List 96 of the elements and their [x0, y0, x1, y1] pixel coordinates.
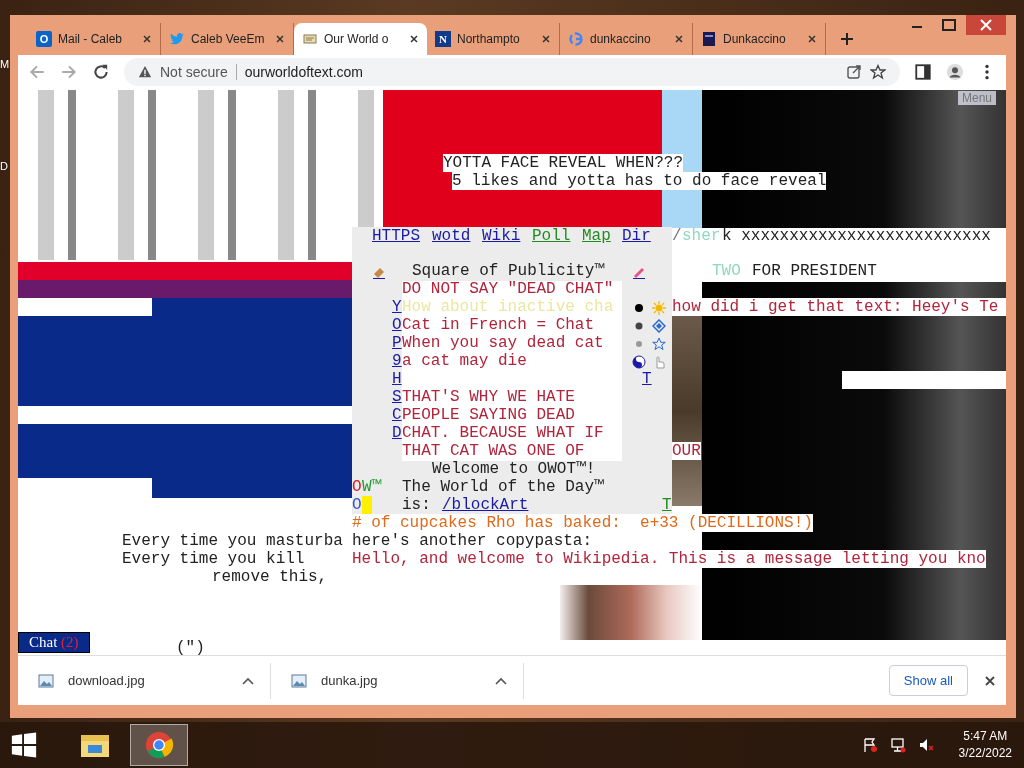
canvas-text: (") [176, 638, 205, 656]
diamond-icon[interactable] [652, 318, 666, 333]
download-item[interactable]: download.jpg [18, 662, 271, 699]
canvas-text: THAT'S WHY WE HATE [402, 387, 575, 406]
browser-tab[interactable]: N Northampto [427, 22, 560, 55]
desktop-icon-label: M [0, 58, 10, 70]
canvas-text: Hello, and welcome to Wikipedia. This is a message letting you kno [352, 549, 986, 568]
share-icon[interactable] [846, 64, 862, 81]
canvas-text: Square of Publicity™ [412, 261, 605, 280]
time-text: 5:47 AM [963, 728, 1008, 745]
chrome-taskbar-button[interactable] [130, 724, 188, 766]
canvas-link[interactable]: T [642, 369, 652, 388]
canvas-text: How about inactive cha [402, 297, 614, 316]
canvas-text: a cat may die [402, 351, 527, 370]
close-icon[interactable] [142, 33, 152, 44]
google-icon [568, 30, 584, 47]
canvas-link[interactable]: C [392, 405, 402, 424]
canvas-link[interactable]: Wiki [482, 226, 521, 245]
download-item[interactable]: dunka.jpg [271, 662, 524, 699]
canvas-text: FOR PRESIDENT [752, 261, 877, 280]
canvas-text: O [352, 477, 362, 496]
news-logo-icon: N [435, 30, 451, 47]
close-icon[interactable] [409, 33, 419, 44]
canvas-link[interactable]: T [662, 495, 672, 514]
address-bar[interactable]: Not secure ourworldoftext.com [124, 58, 900, 87]
close-icon[interactable] [674, 33, 684, 44]
canvas-link[interactable]: Dir [622, 226, 651, 245]
browser-tab[interactable]: O Mail - Caleb [28, 22, 161, 55]
canvas-link[interactable]: Y [392, 297, 402, 316]
canvas-link[interactable]: H [392, 369, 402, 388]
browser-tab[interactable]: dunkaccino [560, 22, 693, 55]
canvas-text: TWO [712, 261, 741, 280]
url-text: ourworldoftext.com [244, 64, 363, 81]
yin-yang-icon[interactable] [632, 354, 646, 369]
canvas-text: PEOPLE SAYING DEAD [402, 405, 575, 424]
reload-icon[interactable] [92, 63, 110, 82]
canvas-link[interactable]: 9 [392, 351, 402, 370]
canvas-link[interactable]: wotd [432, 226, 471, 245]
canvas-text: here's another copypasta: [352, 531, 593, 550]
canvas-text: / [672, 226, 682, 245]
windows-start-icon[interactable] [10, 731, 38, 759]
canvas-text: When you say dead cat [402, 333, 604, 352]
security-label: Not secure [160, 64, 228, 81]
mail-icon: O [36, 30, 52, 47]
canvas-text: DO NOT SAY "DEAD CHAT" [402, 279, 614, 298]
canvas-text: how did i get that text: Heey's Te [672, 297, 999, 316]
canvas-link[interactable]: O [392, 315, 402, 334]
canvas-text: is: [402, 495, 431, 514]
caret-icon[interactable] [495, 676, 507, 685]
canvas-link[interactable]: P [392, 333, 402, 352]
bird-icon [169, 30, 185, 47]
side-panel-icon[interactable] [914, 63, 932, 82]
canvas-text: Every time you masturba [122, 531, 343, 550]
canvas-link[interactable]: HTTPS [372, 226, 420, 245]
canvas-text: remove this, [212, 567, 328, 586]
canvas-text: # of cupcakes Rho has baked: e+33 (DECILLIONS!) [352, 513, 813, 532]
canvas-text: W™ [362, 477, 382, 496]
canvas-text: k xxxxxxxxxxxxxxxxxxxxxxxxxx [722, 226, 991, 245]
caret-icon[interactable] [242, 676, 254, 685]
canvas-text: O [352, 495, 362, 514]
star-icon[interactable] [652, 336, 666, 351]
canvas-link[interactable]: D [392, 423, 402, 442]
warning-icon [138, 65, 152, 80]
chrome-icon [143, 730, 175, 760]
star-icon[interactable] [870, 64, 886, 81]
book-icon [701, 30, 717, 47]
show-all-button[interactable]: Show all [888, 665, 968, 697]
close-icon[interactable] [541, 33, 551, 44]
canvas-text: sher [682, 226, 721, 245]
canvas-text: Welcome to OWOT™! [432, 459, 596, 478]
network-icon[interactable] [889, 737, 906, 753]
clock[interactable]: 5:47 AM 3/22/2022 [958, 728, 1012, 762]
canvas-link[interactable]: S [392, 387, 402, 406]
canvas-link[interactable]: Poll [532, 226, 571, 245]
canvas-text: Every time you kill [122, 549, 305, 568]
close-icon[interactable] [984, 674, 996, 687]
profile-icon[interactable] [946, 63, 964, 82]
canvas-link[interactable]: Map [582, 226, 611, 245]
canvas-text: CHAT. BECAUSE WHAT IF [402, 423, 604, 442]
muted-speaker-icon[interactable] [917, 737, 934, 753]
browser-tab[interactable]: Dunkaccino [693, 22, 826, 55]
image-file-icon [291, 673, 307, 688]
desktop-icon-label: D [0, 160, 8, 172]
canvas-link[interactable]: /blockArt [442, 495, 529, 514]
cursor-block [362, 495, 372, 514]
image-file-icon [38, 673, 54, 688]
flag-icon[interactable] [861, 737, 878, 753]
date-text: 3/22/2022 [958, 745, 1012, 762]
canvas-text: Cat in French = Chat [402, 315, 595, 334]
canvas-text: THAT CAT WAS ONE OF [402, 441, 585, 460]
browser-tab[interactable]: Our World o [294, 22, 427, 55]
close-icon[interactable] [275, 33, 285, 44]
canvas-text: The World of the Day™ [402, 477, 604, 496]
chat-button[interactable]: Chat (2) [18, 631, 90, 653]
new-tab-icon[interactable] [840, 31, 854, 46]
close-icon[interactable] [807, 33, 817, 44]
